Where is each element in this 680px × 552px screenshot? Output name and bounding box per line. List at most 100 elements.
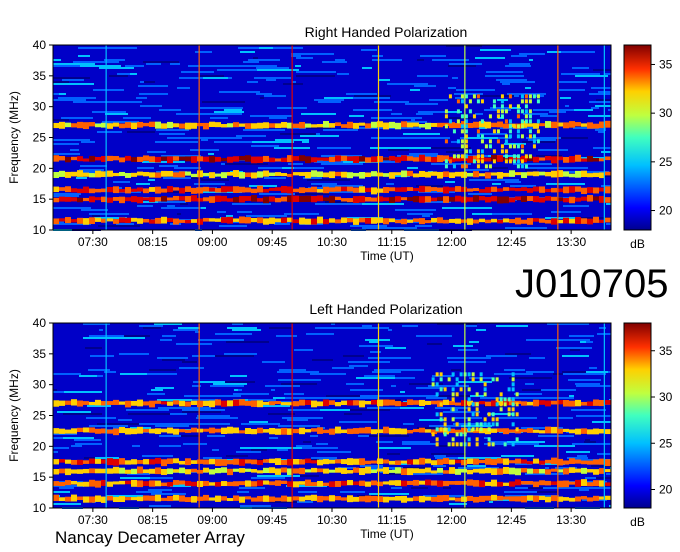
noise-cell bbox=[555, 339, 586, 341]
band-cell bbox=[167, 170, 173, 177]
noise-cell bbox=[278, 425, 320, 427]
band-cell bbox=[455, 123, 461, 129]
burst-cell bbox=[447, 377, 451, 382]
band-cell bbox=[605, 429, 611, 435]
burst-cell bbox=[475, 407, 479, 412]
noise-cell bbox=[409, 153, 438, 155]
band-cell bbox=[89, 196, 95, 203]
noise-cell bbox=[572, 67, 589, 69]
noise-cell bbox=[99, 67, 134, 69]
band-cell bbox=[275, 428, 281, 435]
noise-cell bbox=[176, 343, 189, 345]
burst-cell bbox=[528, 154, 532, 159]
band-cell bbox=[329, 459, 335, 464]
x-tick-label: 11:15 bbox=[377, 513, 406, 527]
noise-cell bbox=[445, 181, 455, 183]
noise-cell bbox=[593, 147, 611, 149]
band-cell bbox=[275, 218, 281, 223]
noise-cell bbox=[294, 167, 324, 169]
band-cell bbox=[89, 468, 95, 474]
burst-cell bbox=[503, 442, 507, 447]
band-cell bbox=[503, 218, 509, 223]
band-cell bbox=[143, 155, 149, 161]
band-cell bbox=[407, 122, 413, 128]
noise-cell bbox=[456, 89, 495, 91]
noise-cell bbox=[432, 375, 454, 377]
band-cell bbox=[299, 195, 305, 203]
burst-cell bbox=[495, 402, 499, 407]
noise-cell bbox=[237, 211, 252, 213]
noise-cell bbox=[212, 113, 242, 115]
x-tick-label: 12:45 bbox=[496, 235, 526, 249]
band-cell bbox=[131, 497, 137, 501]
noise-cell bbox=[323, 129, 358, 131]
noise-cell bbox=[368, 357, 411, 359]
noise-cell bbox=[126, 409, 169, 411]
burst-cell bbox=[492, 149, 496, 154]
burst-cell bbox=[431, 432, 435, 437]
band-cell bbox=[65, 171, 71, 178]
burst-cell bbox=[475, 442, 479, 447]
band-cell bbox=[215, 481, 221, 487]
noise-cell bbox=[201, 139, 208, 141]
burst-cell bbox=[515, 402, 519, 407]
band-cell bbox=[521, 429, 527, 433]
noise-cell bbox=[570, 349, 580, 351]
noise-cell bbox=[296, 57, 313, 59]
noise-cell bbox=[317, 147, 351, 149]
noise-cell bbox=[195, 51, 212, 53]
noise-cell bbox=[146, 63, 161, 65]
band-cell bbox=[503, 458, 509, 465]
burst-cell bbox=[499, 407, 503, 412]
band-cell bbox=[425, 479, 431, 486]
noise-cell bbox=[256, 93, 272, 95]
noise-cell bbox=[585, 477, 596, 479]
band-cell bbox=[305, 123, 311, 128]
noise-cell bbox=[585, 439, 590, 441]
noise-cell bbox=[604, 73, 611, 75]
noise-cell bbox=[568, 379, 601, 381]
noise-cell bbox=[486, 355, 517, 357]
band-cell bbox=[299, 217, 305, 225]
burst-cell bbox=[488, 164, 492, 169]
noise-cell bbox=[113, 181, 130, 183]
band-cell bbox=[65, 196, 71, 202]
band-cell bbox=[119, 480, 125, 485]
band-cell bbox=[161, 156, 167, 161]
noise-cell bbox=[390, 369, 424, 371]
band-cell bbox=[161, 196, 167, 202]
band-cell bbox=[443, 171, 449, 177]
band-cell bbox=[371, 171, 377, 177]
band-cell bbox=[527, 123, 533, 127]
band-cell bbox=[575, 468, 581, 473]
x-tick-label: 07:30 bbox=[78, 513, 108, 527]
noise-cell bbox=[314, 99, 344, 101]
band-cell bbox=[263, 401, 269, 405]
band-cell bbox=[473, 188, 479, 192]
burst-cell bbox=[475, 412, 479, 417]
band-cell bbox=[467, 218, 473, 225]
burst-cell bbox=[504, 109, 508, 114]
band-cell bbox=[119, 401, 125, 405]
noise-cell bbox=[97, 375, 103, 377]
noise-cell bbox=[304, 397, 344, 399]
noise-cell bbox=[53, 437, 63, 439]
band-cell bbox=[347, 400, 353, 406]
band-cell bbox=[299, 459, 305, 465]
noise-cell bbox=[568, 205, 589, 207]
band-cell bbox=[455, 171, 461, 177]
band-cell bbox=[179, 429, 185, 433]
burst-cell bbox=[491, 412, 495, 417]
noise-cell bbox=[402, 443, 437, 445]
band-cell bbox=[371, 197, 377, 202]
band-cell bbox=[269, 496, 275, 502]
band-cell bbox=[467, 479, 473, 486]
burst-cell bbox=[511, 407, 515, 412]
band-cell bbox=[239, 216, 245, 224]
band-cell bbox=[113, 196, 119, 201]
band-cell bbox=[191, 427, 197, 433]
band-cell bbox=[341, 186, 347, 192]
band-cell bbox=[227, 186, 233, 192]
noise-cell bbox=[184, 395, 194, 397]
burst-cell bbox=[467, 437, 471, 442]
